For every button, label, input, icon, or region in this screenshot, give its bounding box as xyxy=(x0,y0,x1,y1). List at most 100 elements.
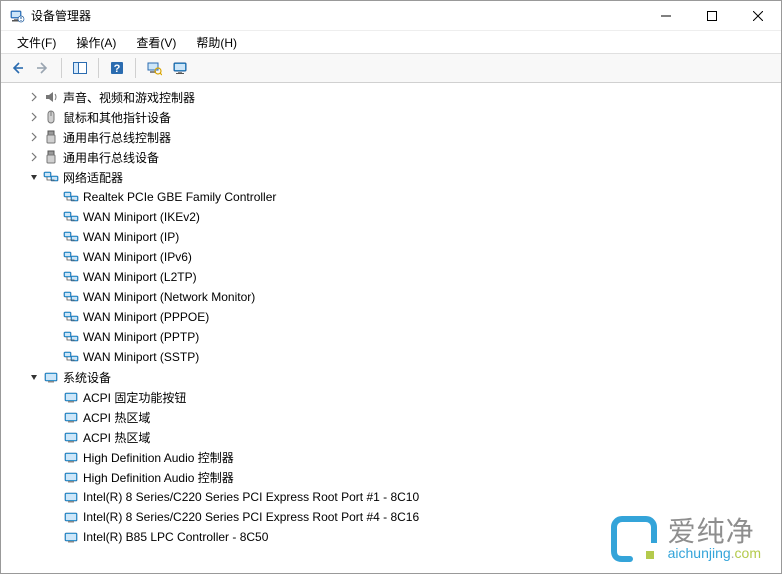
tree-category[interactable]: 系统设备 xyxy=(5,367,781,387)
tree-item-label: ACPI 热区域 xyxy=(83,409,150,426)
forward-icon xyxy=(35,60,51,76)
tree-category-label: 网络适配器 xyxy=(63,169,123,186)
tree-item-label: High Definition Audio 控制器 xyxy=(83,469,234,486)
monitor-icon xyxy=(172,60,188,76)
device-tree-scroll[interactable]: 声音、视频和游戏控制器鼠标和其他指针设备通用串行总线控制器通用串行总线设备网络适… xyxy=(1,83,781,573)
tree-item[interactable]: High Definition Audio 控制器 xyxy=(5,467,781,487)
tree-item[interactable]: ACPI 热区域 xyxy=(5,427,781,447)
expander-icon[interactable] xyxy=(27,150,41,164)
toolbar-separator xyxy=(61,58,62,78)
tree-item-label: ACPI 固定功能按钮 xyxy=(83,389,186,406)
tree-item[interactable]: WAN Miniport (IPv6) xyxy=(5,247,781,267)
monitor-button[interactable] xyxy=(168,56,192,80)
tree-category[interactable]: 通用串行总线设备 xyxy=(5,147,781,167)
system-icon xyxy=(63,409,79,425)
system-icon xyxy=(63,429,79,445)
tree-item[interactable]: WAN Miniport (PPPOE) xyxy=(5,307,781,327)
help-icon: ? xyxy=(109,60,125,76)
tree-item-label: Intel(R) 8 Series/C220 Series PCI Expres… xyxy=(83,510,419,524)
scan-hardware-button[interactable] xyxy=(142,56,166,80)
toolbar: ? xyxy=(1,53,781,83)
system-icon xyxy=(43,369,59,385)
tree-category-label: 通用串行总线设备 xyxy=(63,149,159,166)
network-icon xyxy=(63,269,79,285)
menu-help[interactable]: 帮助(H) xyxy=(186,32,247,53)
tree-item-label: WAN Miniport (SSTP) xyxy=(83,350,199,364)
back-icon xyxy=(9,60,25,76)
tree-item[interactable]: ACPI 固定功能按钮 xyxy=(5,387,781,407)
tree-item[interactable]: WAN Miniport (L2TP) xyxy=(5,267,781,287)
tree-category-label: 鼠标和其他指针设备 xyxy=(63,109,171,126)
tree-item[interactable]: WAN Miniport (IKEv2) xyxy=(5,207,781,227)
system-icon xyxy=(63,489,79,505)
network-icon xyxy=(63,289,79,305)
tree-category[interactable]: 通用串行总线控制器 xyxy=(5,127,781,147)
toolbar-separator xyxy=(135,58,136,78)
network-icon xyxy=(63,229,79,245)
tree-item[interactable]: Intel(R) B85 LPC Controller - 8C50 xyxy=(5,527,781,547)
tree-item-label: WAN Miniport (PPTP) xyxy=(83,330,199,344)
tree-item[interactable]: Intel(R) 8 Series/C220 Series PCI Expres… xyxy=(5,507,781,527)
network-icon xyxy=(63,249,79,265)
tree-item-label: WAN Miniport (IKEv2) xyxy=(83,210,200,224)
expander-icon[interactable] xyxy=(27,90,41,104)
svg-text:?: ? xyxy=(114,63,121,75)
tree-item[interactable]: WAN Miniport (PPTP) xyxy=(5,327,781,347)
tree-item[interactable]: WAN Miniport (IP) xyxy=(5,227,781,247)
tree-category[interactable]: 网络适配器 xyxy=(5,167,781,187)
tree-item[interactable]: Realtek PCIe GBE Family Controller xyxy=(5,187,781,207)
menu-action[interactable]: 操作(A) xyxy=(66,32,126,53)
tree-category[interactable]: 声音、视频和游戏控制器 xyxy=(5,87,781,107)
device-manager-window: 设备管理器 文件(F) 操作(A) 查看(V) 帮助(H) xyxy=(0,0,782,574)
network-icon xyxy=(63,209,79,225)
close-button[interactable] xyxy=(735,1,781,31)
help-button[interactable]: ? xyxy=(105,56,129,80)
tree-item[interactable]: ACPI 热区域 xyxy=(5,407,781,427)
system-icon xyxy=(63,529,79,545)
app-icon xyxy=(9,8,25,24)
tree-item-label: WAN Miniport (PPPOE) xyxy=(83,310,209,324)
tree-category-label: 通用串行总线控制器 xyxy=(63,129,171,146)
device-tree: 声音、视频和游戏控制器鼠标和其他指针设备通用串行总线控制器通用串行总线设备网络适… xyxy=(1,85,781,549)
tree-category-label: 系统设备 xyxy=(63,369,111,386)
expander-icon[interactable] xyxy=(27,130,41,144)
network-icon xyxy=(43,169,59,185)
tree-item[interactable]: Intel(R) 8 Series/C220 Series PCI Expres… xyxy=(5,487,781,507)
tree-item[interactable]: WAN Miniport (Network Monitor) xyxy=(5,287,781,307)
forward-button[interactable] xyxy=(31,56,55,80)
titlebar: 设备管理器 xyxy=(1,1,781,31)
tree-category-label: 声音、视频和游戏控制器 xyxy=(63,89,195,106)
tree-item-label: High Definition Audio 控制器 xyxy=(83,449,234,466)
back-button[interactable] xyxy=(5,56,29,80)
system-icon xyxy=(63,449,79,465)
window-title: 设备管理器 xyxy=(31,7,91,24)
tree-item[interactable]: WAN Miniport (SSTP) xyxy=(5,347,781,367)
tree-item-label: ACPI 热区域 xyxy=(83,429,150,446)
maximize-button[interactable] xyxy=(689,1,735,31)
expander-icon[interactable] xyxy=(27,170,41,184)
usb-icon xyxy=(43,129,59,145)
mouse-icon xyxy=(43,109,59,125)
network-icon xyxy=(63,329,79,345)
tree-category[interactable]: 鼠标和其他指针设备 xyxy=(5,107,781,127)
sound-icon xyxy=(43,89,59,105)
usb-icon xyxy=(43,149,59,165)
tree-item-label: Realtek PCIe GBE Family Controller xyxy=(83,190,276,204)
expander-icon[interactable] xyxy=(27,110,41,124)
tree-item[interactable]: High Definition Audio 控制器 xyxy=(5,447,781,467)
scan-hardware-icon xyxy=(146,60,162,76)
tree-item-label: WAN Miniport (IP) xyxy=(83,230,179,244)
tree-item-label: Intel(R) B85 LPC Controller - 8C50 xyxy=(83,530,268,544)
expander-icon[interactable] xyxy=(27,370,41,384)
system-icon xyxy=(63,389,79,405)
show-hide-console-tree-button[interactable] xyxy=(68,56,92,80)
system-icon xyxy=(63,509,79,525)
network-icon xyxy=(63,309,79,325)
toolbar-separator xyxy=(98,58,99,78)
tree-item-label: WAN Miniport (L2TP) xyxy=(83,270,197,284)
menu-view[interactable]: 查看(V) xyxy=(126,32,186,53)
minimize-button[interactable] xyxy=(643,1,689,31)
show-hide-tree-icon xyxy=(72,60,88,76)
menu-file[interactable]: 文件(F) xyxy=(7,32,66,53)
system-icon xyxy=(63,469,79,485)
